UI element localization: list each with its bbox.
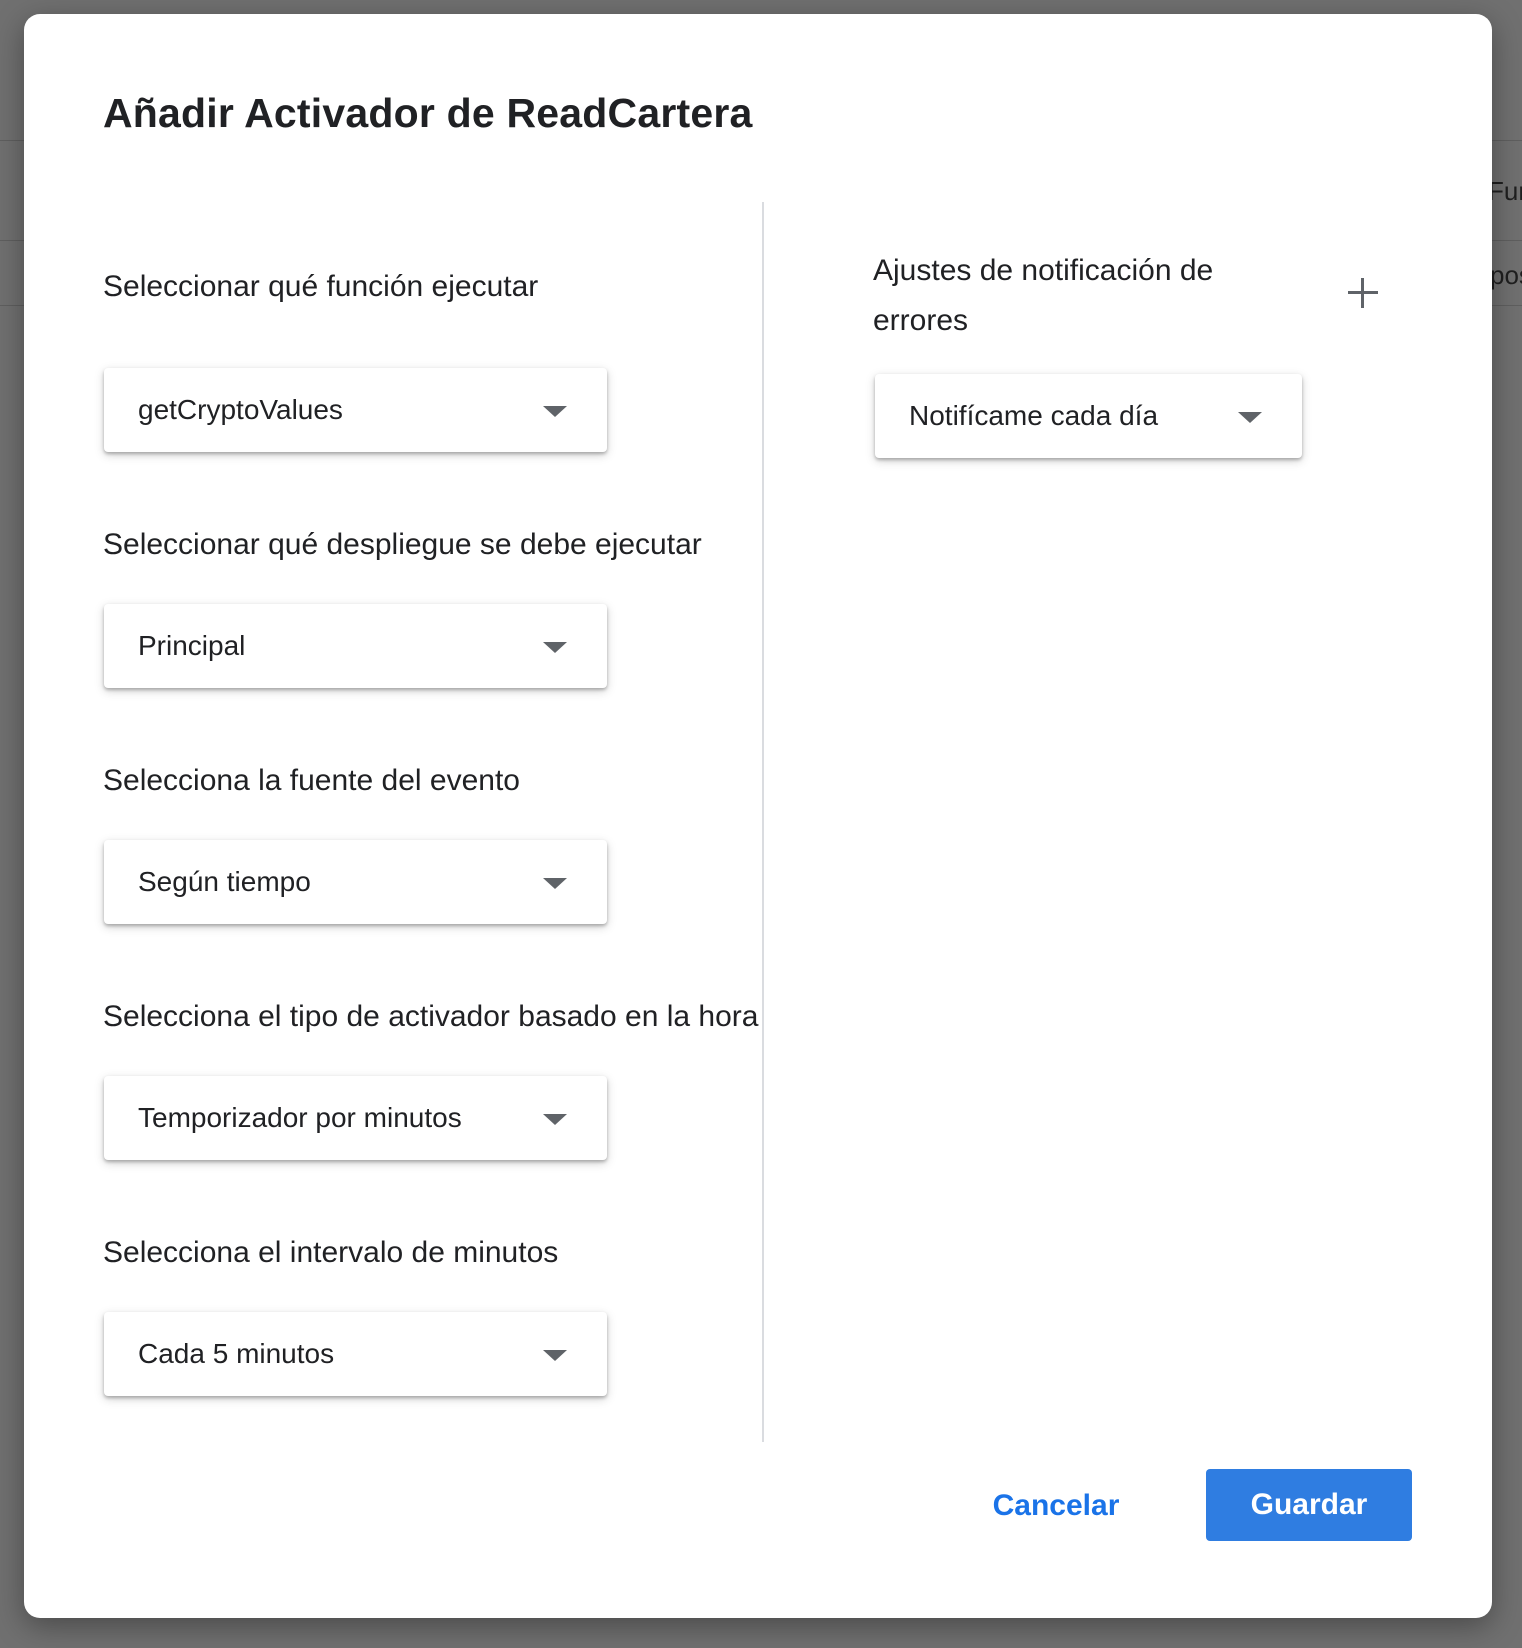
dialog-title: Añadir Activador de ReadCartera (103, 90, 753, 136)
trigger-type-select[interactable]: Temporizador por minutos (104, 1076, 607, 1160)
function-label: Seleccionar qué función ejecutar (103, 270, 539, 303)
trigger-type-select-value: Temporizador por minutos (138, 1102, 462, 1133)
interval-select[interactable]: Cada 5 minutos (104, 1312, 607, 1396)
dropdown-arrow-icon (1238, 412, 1262, 423)
dropdown-arrow-icon (543, 642, 567, 653)
event-source-select-value: Según tiempo (138, 866, 311, 897)
deployment-select[interactable]: Principal (104, 604, 607, 688)
dropdown-arrow-icon (543, 406, 567, 417)
plus-icon[interactable] (1346, 276, 1380, 310)
dropdown-arrow-icon (543, 878, 567, 889)
error-notification-label: Ajustes de notificación de errores (873, 254, 1214, 337)
background-text: Fur (1488, 176, 1522, 206)
notification-frequency-select[interactable]: Notifícame cada día (875, 374, 1302, 458)
notification-frequency-value: Notifícame cada día (909, 400, 1159, 431)
deployment-label: Seleccionar qué despliegue se debe ejecu… (103, 528, 702, 561)
background-text: pos (1490, 260, 1522, 290)
column-divider (762, 202, 764, 1442)
cancel-button[interactable]: Cancelar (976, 1470, 1136, 1542)
deployment-select-value: Principal (138, 630, 246, 661)
dropdown-arrow-icon (543, 1350, 567, 1361)
function-select[interactable]: getCryptoValues (104, 368, 607, 452)
interval-label: Selecciona el intervalo de minutos (103, 1236, 559, 1269)
dropdown-arrow-icon (543, 1114, 567, 1125)
event-source-label: Selecciona la fuente del evento (103, 764, 520, 797)
function-select-value: getCryptoValues (138, 394, 343, 425)
add-trigger-dialog: Añadir Activador de ReadCartera Seleccio… (24, 14, 1492, 1618)
trigger-type-label: Selecciona el tipo de activador basado e… (103, 1000, 759, 1033)
interval-select-value: Cada 5 minutos (138, 1338, 335, 1369)
event-source-select[interactable]: Según tiempo (104, 840, 607, 924)
save-button[interactable]: Guardar (1206, 1469, 1412, 1541)
